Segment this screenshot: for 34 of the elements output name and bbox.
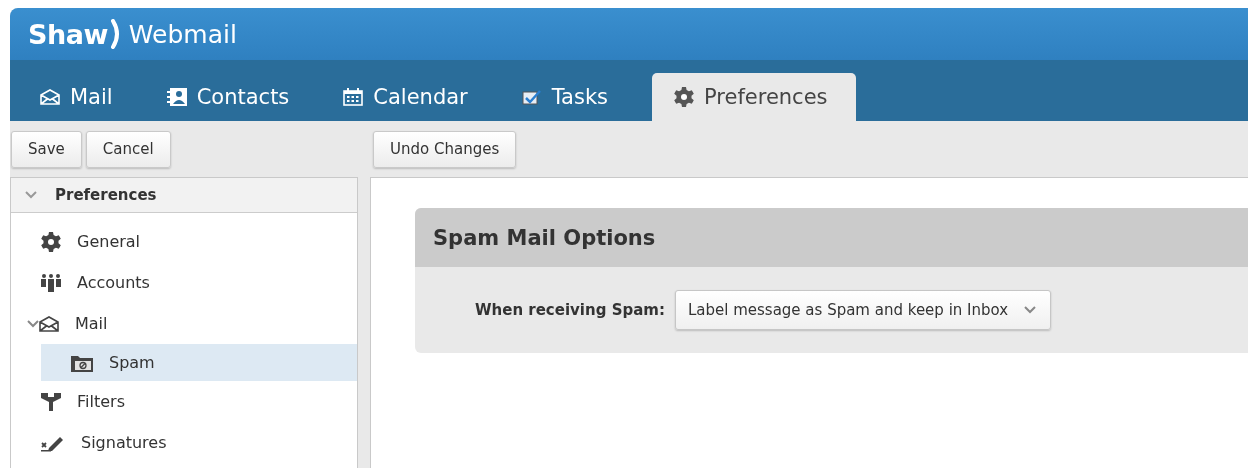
sidebar-header[interactable]: Preferences	[11, 178, 357, 213]
sidebar-item[interactable]: Mail	[11, 303, 357, 344]
sidebar-item[interactable]: Spam	[41, 344, 357, 381]
spam-action-dropdown[interactable]: Label message as Spam and keep in Inbox	[674, 290, 1052, 330]
checkbox-icon	[521, 89, 542, 105]
brand-logo: Shaw	[28, 18, 108, 50]
tab[interactable]: Contacts	[156, 73, 308, 121]
toolbar-button[interactable]: Undo Changes	[373, 130, 517, 168]
field-label: When receiving Spam:	[475, 301, 665, 319]
chevron-icon	[1024, 306, 1037, 314]
gear-icon	[674, 87, 694, 107]
tab[interactable]: Tasks	[511, 73, 626, 121]
fork-icon	[41, 392, 61, 411]
sidebar-item[interactable]: Signatures	[11, 422, 357, 463]
tab[interactable]: Preferences	[652, 73, 856, 121]
people-icon	[41, 273, 61, 292]
toolbar-button[interactable]: Cancel	[85, 130, 171, 168]
mail-icon	[40, 89, 60, 105]
gear-icon	[41, 231, 61, 252]
calendar-icon	[343, 88, 364, 106]
chevron-icon	[25, 191, 37, 199]
folder-icon	[71, 353, 93, 372]
mail-icon	[39, 315, 59, 332]
sidebar-item[interactable]: Filters	[11, 381, 357, 422]
chevron-icon	[27, 319, 39, 328]
panel-title: Spam Mail Options	[415, 208, 1248, 267]
product-name: Webmail	[128, 19, 237, 49]
sidebar-item[interactable]: Accounts	[11, 262, 357, 303]
toolbar-button[interactable]: Save	[11, 130, 82, 168]
swoosh-icon	[110, 19, 121, 49]
contact-card-icon	[166, 88, 187, 106]
tab[interactable]: Calendar	[333, 73, 486, 121]
tab[interactable]: Mail	[30, 73, 131, 121]
sidebar-item[interactable]: General	[11, 221, 357, 262]
